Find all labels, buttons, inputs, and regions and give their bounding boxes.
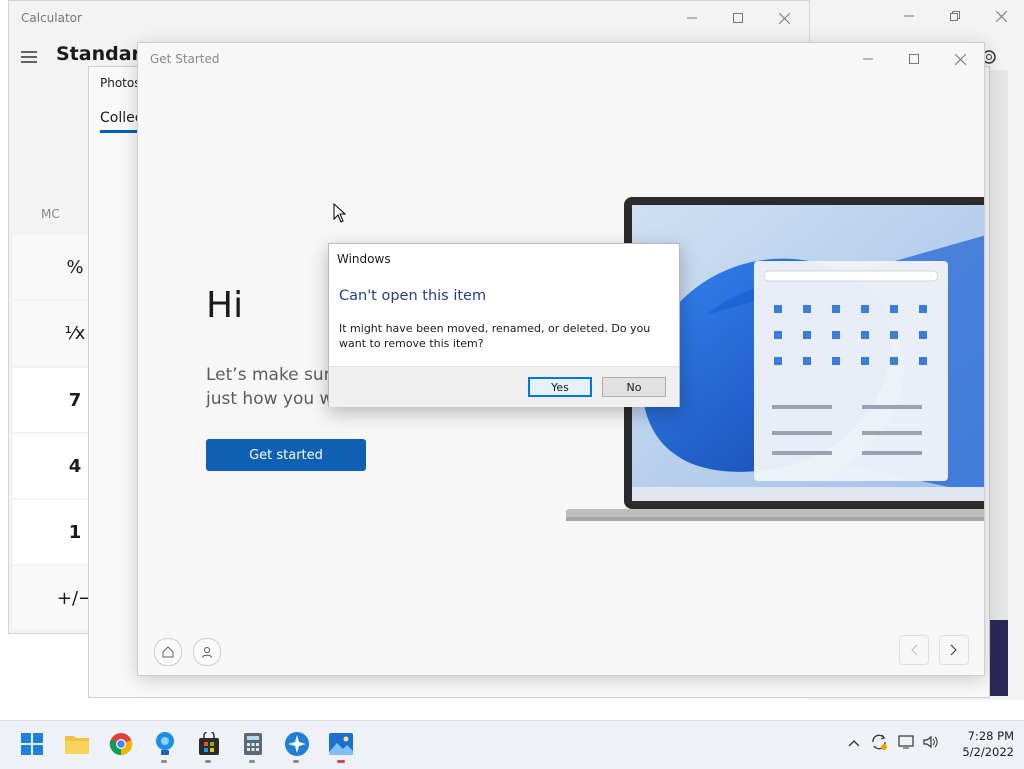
chrome-icon[interactable] <box>108 731 134 757</box>
minimize-button[interactable] <box>845 43 891 75</box>
clock-time[interactable]: 7:28 PM <box>944 729 1014 743</box>
minimize-button[interactable] <box>669 2 715 34</box>
running-indicator <box>161 760 167 763</box>
home-icon[interactable] <box>154 638 182 666</box>
close-button[interactable] <box>937 43 983 75</box>
window-title: Calculator <box>21 11 82 25</box>
error-dialog: Windows Can't open this item It might ha… <box>328 243 680 407</box>
window-title: Photos <box>100 76 141 90</box>
maximize-button[interactable] <box>891 43 937 75</box>
volume-icon[interactable] <box>920 732 942 752</box>
next-button[interactable] <box>939 635 969 665</box>
running-indicator <box>293 760 299 763</box>
minimize-button[interactable] <box>886 0 932 32</box>
yes-button[interactable]: Yes <box>528 377 592 397</box>
start-icon[interactable] <box>19 731 45 757</box>
tips-icon[interactable] <box>152 731 178 757</box>
tab-indicator <box>100 130 138 133</box>
restore-button[interactable] <box>932 0 978 32</box>
calculator-icon[interactable] <box>240 731 266 757</box>
greeting-heading: Hi <box>206 285 244 326</box>
mouse-cursor-icon <box>333 203 347 223</box>
photos-icon[interactable] <box>328 731 354 757</box>
intro-text: Let’s make sure just how you wa <box>206 363 346 411</box>
clock-date[interactable]: 5/2/2022 <box>944 745 1014 759</box>
close-button[interactable] <box>761 2 807 34</box>
hamburger-menu-icon[interactable] <box>21 48 37 67</box>
get-started-button[interactable]: Get started <box>206 439 366 471</box>
close-button[interactable] <box>978 0 1024 32</box>
dialog-title: Windows <box>337 252 391 266</box>
window-title: Get Started <box>150 52 220 66</box>
intro-line-1: Let’s make sure <box>206 365 341 385</box>
memory-clear-button[interactable]: MC <box>41 207 60 221</box>
chevron-up-icon[interactable] <box>845 734 863 752</box>
maximize-button[interactable] <box>715 2 761 34</box>
active-indicator <box>337 760 345 763</box>
intro-line-2: just how you wa <box>206 389 344 409</box>
network-icon[interactable] <box>897 732 917 752</box>
dialog-message: It might have been moved, renamed, or de… <box>339 322 651 350</box>
store-icon[interactable] <box>196 731 222 757</box>
account-icon[interactable] <box>193 638 221 666</box>
running-indicator <box>249 760 255 763</box>
running-indicator <box>205 760 211 763</box>
file-explorer-icon[interactable] <box>64 731 90 757</box>
dialog-heading: Can't open this item <box>339 288 487 304</box>
get-started-icon[interactable] <box>284 731 310 757</box>
sync-icon[interactable] <box>869 732 889 752</box>
no-button[interactable]: No <box>602 377 666 397</box>
previous-button[interactable] <box>899 635 929 665</box>
